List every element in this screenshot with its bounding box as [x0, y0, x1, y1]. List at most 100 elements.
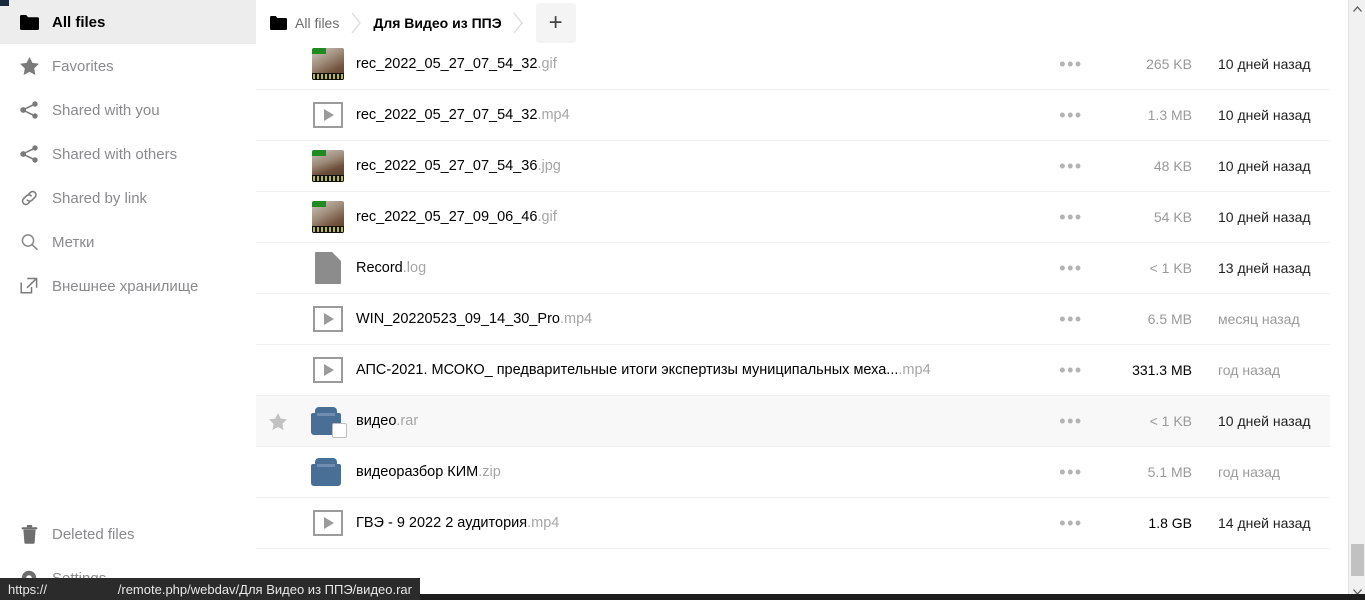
star-icon — [14, 51, 44, 81]
breadcrumb-home-label: All files — [295, 14, 340, 31]
file-basename: АПС-2021. МСОКО_ предварительные итоги э… — [356, 362, 899, 378]
file-type-icon — [300, 48, 356, 80]
trash-icon — [14, 519, 44, 549]
file-modified-date: 10 дней назад — [1218, 56, 1311, 72]
file-extension: .jpg — [537, 158, 561, 174]
file-name[interactable]: АПС-2021. МСОКО_ предварительные итоги э… — [356, 362, 1042, 378]
file-name[interactable]: видео.rar — [356, 413, 1042, 429]
file-type-icon — [300, 357, 356, 383]
sidebar-item-6[interactable]: Внешнее хранилище — [0, 264, 256, 308]
table-row[interactable]: АПС-2021. МСОКО_ предварительные итоги э… — [256, 345, 1330, 396]
file-name[interactable]: rec_2022_05_27_07_54_36.jpg — [356, 158, 1042, 174]
statusbar-redacted-host — [47, 583, 118, 595]
page-scrollbar[interactable] — [1348, 0, 1365, 600]
table-row[interactable]: rec_2022_05_27_09_06_46.gif ••• 54 KB 10 дн… — [256, 192, 1330, 243]
link-preview-statusbar: https:// /remote.php/webdav/Для Видео из… — [0, 578, 420, 600]
file-name[interactable]: rec_2022_05_27_07_54_32.mp4 — [356, 107, 1042, 123]
favorite-star-icon[interactable] — [256, 412, 300, 430]
file-basename: видеоразбор КИМ — [356, 464, 479, 480]
file-name[interactable]: rec_2022_05_27_07_54_32.gif — [356, 56, 1042, 72]
statusbar-scheme: https:// — [8, 581, 48, 597]
table-row[interactable]: Record.log ••• < 1 KB 13 дней назад — [256, 243, 1330, 294]
file-type-icon — [300, 201, 356, 233]
breadcrumb-home[interactable]: All files — [266, 1, 343, 45]
file-size: < 1 KB — [1149, 260, 1192, 276]
file-list: PPE_0705_27.06.2021.rar•••22.4 MB10 дней… — [256, 0, 1330, 600]
file-modified-date: 14 дней назад — [1218, 515, 1311, 531]
file-extension: .mp4 — [898, 362, 931, 378]
sidebar-item-1[interactable]: Favorites — [0, 44, 256, 88]
external-link-icon — [14, 271, 44, 301]
sidebar-nav-list: All files Favorites Shared with you Shared … — [0, 0, 256, 308]
table-row[interactable]: rec_2022_05_27_07_54_32.gif ••• 265 KB 10 д… — [256, 39, 1330, 90]
file-size: 5.1 MB — [1147, 464, 1192, 480]
file-type-icon — [300, 150, 356, 182]
breadcrumb-current-folder[interactable]: Для Видео из ППЭ — [369, 1, 505, 45]
table-row[interactable]: rec_2022_05_27_07_54_36.jpg ••• 48 KB 10 дн… — [256, 141, 1330, 192]
file-modified-date: 10 дней назад — [1218, 209, 1311, 225]
row-select-checkbox[interactable] — [332, 423, 347, 438]
file-modified-date: год назад — [1218, 362, 1281, 378]
file-type-icon — [300, 306, 356, 332]
file-type-icon — [300, 252, 356, 284]
file-size: 1.8 GB — [1148, 515, 1192, 531]
file-size: 265 KB — [1146, 56, 1192, 72]
file-extension: .mp4 — [559, 311, 593, 327]
file-extension: .mp4 — [537, 107, 570, 123]
sidebar-item-label: Shared by link — [52, 189, 148, 207]
file-name[interactable]: Record.log — [356, 260, 1042, 276]
archive-icon — [311, 407, 347, 438]
file-modified-date: год назад — [1218, 464, 1281, 480]
file-name[interactable]: WIN_20220523_09_14_30_Pro.mp4 — [356, 311, 1042, 327]
scrollbar-thumb[interactable] — [1351, 544, 1364, 576]
file-modified-date: месяц назад — [1218, 311, 1300, 327]
sidebar-item-label: Метки — [52, 233, 95, 251]
sidebar-item-4[interactable]: Shared by link — [0, 176, 256, 220]
breadcrumb: All files Для Видео из ППЭ + — [256, 0, 1330, 45]
file-extension: .gif — [537, 209, 557, 225]
share-icon — [14, 139, 44, 169]
file-name[interactable]: видеоразбор КИМ.zip — [356, 464, 1042, 480]
table-row[interactable]: видеоразбор КИМ.zip ••• 5.1 MB год назад — [256, 447, 1330, 498]
file-size: 6.5 MB — [1147, 311, 1192, 327]
file-thumbnail — [312, 48, 344, 80]
table-row[interactable]: видео.rar ••• < 1 KB 10 дней назад — [256, 396, 1330, 447]
file-extension: .gif — [537, 56, 557, 72]
sidebar-item-3[interactable]: Shared with others — [0, 132, 256, 176]
table-row[interactable]: WIN_20220523_09_14_30_Pro.mp4 ••• 6.5 MB ме… — [256, 294, 1330, 345]
file-name[interactable]: ГВЭ - 9 2022 2 аудитория.mp4 — [356, 515, 1042, 531]
sidebar-item-5[interactable]: Метки — [0, 220, 256, 264]
file-size: < 1 KB — [1149, 413, 1192, 429]
table-row[interactable]: rec_2022_05_27_07_54_32.mp4 ••• 1.3 MB 10 д… — [256, 90, 1330, 141]
video-play-icon — [313, 357, 343, 383]
nextcloud-files-app: All files Favorites Shared with you Shared … — [0, 0, 1365, 600]
file-size: 54 KB — [1153, 209, 1192, 225]
sidebar-item-0[interactable]: All files — [0, 0, 256, 44]
file-basename: rec_2022_05_27_07_54_32 — [356, 56, 538, 72]
file-name[interactable]: rec_2022_05_27_09_06_46.gif — [356, 209, 1042, 225]
main-content: PPE_0705_27.06.2021.rar•••22.4 MB10 дней… — [256, 0, 1365, 600]
file-thumbnail — [312, 150, 344, 182]
sidebar-item-label: Shared with you — [52, 101, 160, 119]
table-row[interactable]: ГВЭ - 9 2022 2 аудитория.mp4 ••• 1.8 GB 14 … — [256, 498, 1330, 549]
breadcrumb-current-label: Для Видео из ППЭ — [373, 14, 502, 31]
file-extension: .rar — [396, 413, 419, 429]
file-thumbnail — [312, 201, 344, 233]
file-type-icon — [300, 102, 356, 128]
file-modified-date: 10 дней назад — [1218, 413, 1311, 429]
file-basename: rec_2022_05_27_07_54_32 — [356, 107, 538, 123]
scrollbar-up-arrow[interactable] — [1349, 0, 1365, 17]
breadcrumb-separator-2 — [506, 1, 532, 45]
file-extension: .log — [402, 260, 427, 276]
statusbar-path: /remote.php/webdav/Для Видео из ППЭ/виде… — [117, 581, 412, 597]
sidebar-bottom-item-0[interactable]: Deleted files — [0, 512, 256, 556]
sidebar: All files Favorites Shared with you Shared … — [0, 0, 256, 600]
sidebar-bottom-item-label: Deleted files — [52, 525, 135, 543]
sidebar-item-2[interactable]: Shared with you — [0, 88, 256, 132]
folder-icon — [270, 15, 287, 30]
share-icon — [14, 95, 44, 125]
sidebar-item-label: All files — [52, 13, 106, 31]
new-item-button[interactable]: + — [535, 2, 576, 43]
file-basename: Record — [356, 260, 403, 276]
sidebar-item-label: Shared with others — [52, 145, 178, 163]
